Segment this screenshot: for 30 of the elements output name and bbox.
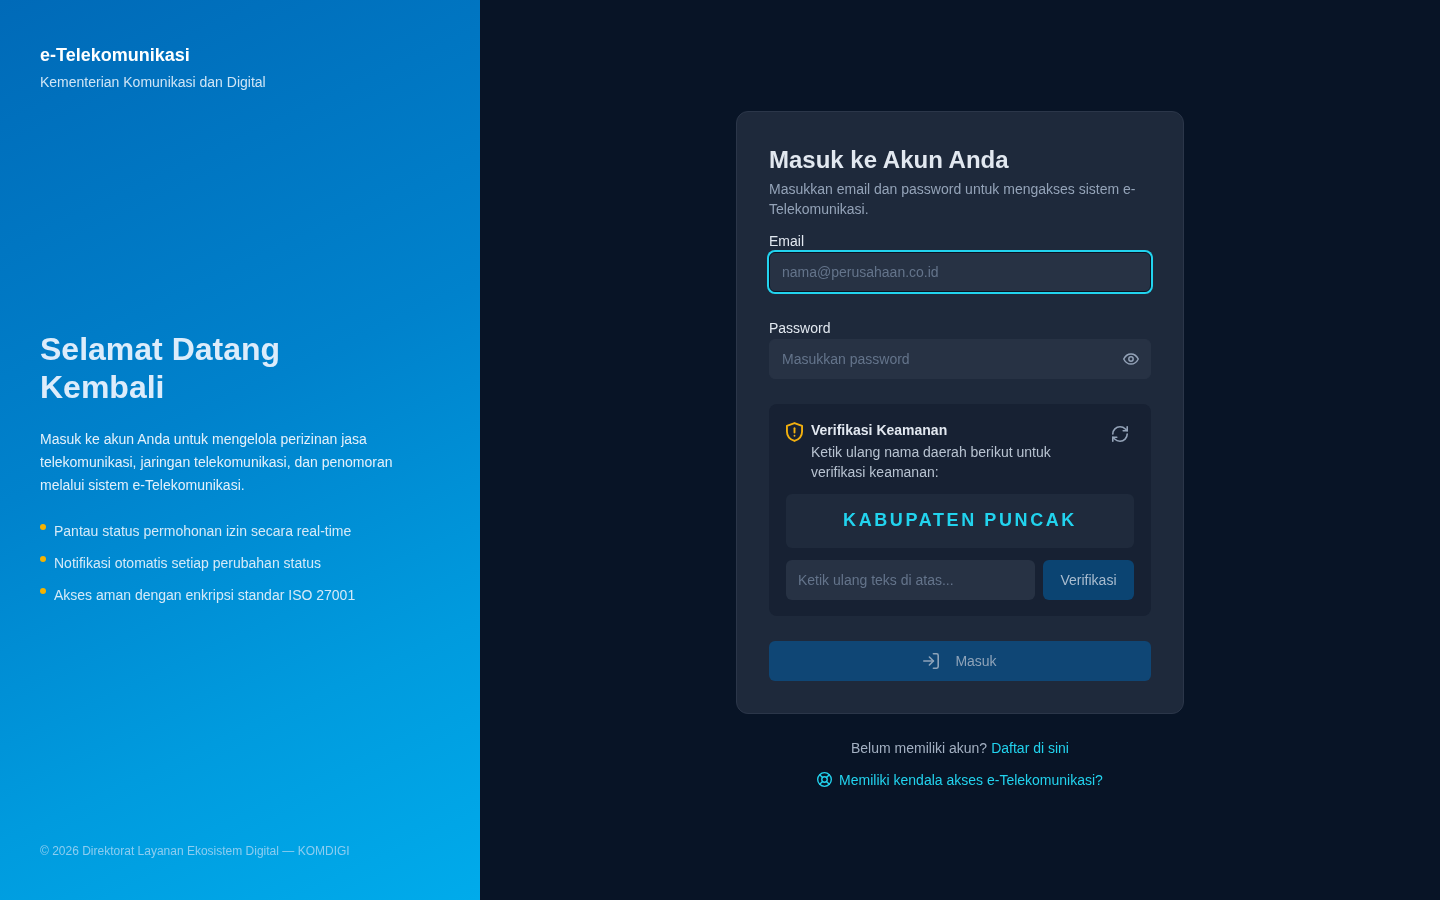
captcha-instruction: Ketik ulang nama daerah berikut untuk verifikasi keamanan: (811, 442, 1052, 482)
refresh-icon[interactable] (1112, 425, 1128, 442)
register-link[interactable]: Daftar di sini (991, 737, 1069, 758)
captcha-field[interactable]: Ketik ulang teks di atas... (786, 559, 1035, 600)
feature-text: Notifikasi otomatis setiap perubahan status (54, 554, 321, 573)
feature-text: Pantau status permohonan izin secara real-time (54, 522, 352, 541)
lifebuoy-icon (817, 772, 833, 787)
captcha-challenge: KABUPATEN PUNCAK (786, 493, 1134, 548)
shield-alert-icon (786, 421, 803, 442)
feature-text: Akses aman dengan enkripsi standar ISO 27001 (54, 586, 356, 605)
bullet-icon (40, 524, 46, 530)
welcome-description: Masuk ke akun Anda untuk mengelola perizinan jasa telekomunikasi, jaringan telekomunikasi, dan penomoran melalui sistem e-Telekomunikasi. (40, 430, 394, 495)
bullet-icon (40, 556, 46, 562)
eye-icon[interactable] (1123, 352, 1139, 365)
app-name: e-Telekomunikasi (40, 44, 190, 66)
email-field[interactable]: nama@perusahaan.co.id (769, 251, 1151, 292)
field-label: Email (769, 231, 804, 251)
login-title: Masuk ke Akun Anda (769, 144, 1009, 175)
log-in-icon (923, 652, 940, 669)
password-field[interactable]: Masukkan password (769, 338, 1151, 379)
login-subtitle: Masukkan email dan password untuk mengakses sistem e-Telekomunikasi. (769, 179, 1137, 219)
ministry-name: Kementerian Komunikasi dan Digital (40, 73, 266, 92)
field-label: Password (769, 318, 831, 338)
bullet-icon (40, 588, 46, 594)
help-link[interactable]: Memiliki kendala akses e-Telekomunikasi? (817, 769, 1103, 790)
captcha-title: Verifikasi Keamanan (811, 420, 948, 440)
register-prompt: Belum memiliki akun? (851, 738, 988, 758)
verify-button[interactable]: Verifikasi (1043, 559, 1134, 600)
welcome-heading: Selamat Datang Kembali (40, 330, 282, 406)
copyright-text: © 2026 Direktorat Layanan Ekosistem Digital — KOMDIGI (40, 843, 350, 859)
